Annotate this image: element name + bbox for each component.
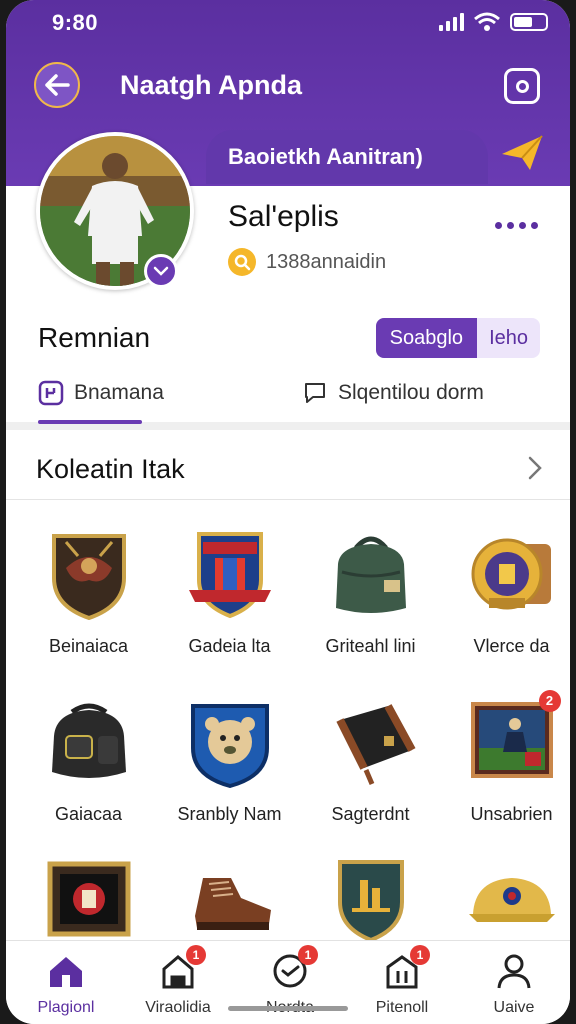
duffel-bag-icon [326, 696, 416, 788]
collection-item[interactable]: Griteahl lini [300, 528, 441, 657]
collection-item-label: Unsabrien [470, 804, 553, 824]
framed-crest-icon [44, 858, 134, 950]
tab-first-label: Bnamana [74, 381, 164, 404]
nav-item-store[interactable]: 1 Viraolidia [122, 945, 234, 1017]
battery-icon [510, 13, 548, 31]
phone-screen: 9:80 Naatgh Apnda Baoietkh Aanitran) Sal… [6, 0, 570, 1024]
collection-item[interactable] [159, 858, 300, 950]
green-bag-icon [326, 528, 416, 620]
gold-badge-icon [467, 528, 557, 620]
calendar-icon: 1 [382, 945, 430, 991]
nav-item-calendar[interactable]: 1 Pitenoll [346, 945, 458, 1017]
segment-active-button[interactable]: Soabglo [375, 318, 478, 358]
store-icon: 1 [158, 945, 206, 991]
crest-badge-icon [185, 528, 275, 620]
collection-item-label: Gadeia lta [188, 636, 271, 656]
wifi-icon [474, 12, 500, 31]
signal-icon [439, 13, 464, 31]
avatar-edit-badge[interactable] [144, 254, 178, 288]
collection-header[interactable]: Koleatin Itak [6, 438, 570, 500]
cap-icon [467, 858, 557, 950]
tab-second[interactable]: Slqentilou dorm [302, 380, 484, 406]
search-coin-icon [228, 248, 256, 276]
more-options-icon[interactable] [495, 222, 538, 229]
banner-pill[interactable]: Baoietkh Aanitran) [206, 130, 488, 184]
collection-item[interactable] [300, 858, 441, 950]
bear-emblem-icon [185, 696, 275, 789]
nav-item-user[interactable]: Uaive [458, 951, 570, 1017]
tab-first[interactable]: Bnamana [38, 380, 164, 406]
collection-item-label: Griteahl lini [325, 636, 416, 656]
collection-item[interactable]: Gadeia lta [159, 528, 300, 657]
tab-active-indicator [38, 420, 142, 424]
home-icon [46, 951, 86, 991]
nav-label: Plagionl [37, 999, 95, 1016]
collection-item[interactable]: Gaiacaa [18, 696, 159, 825]
nav-badge: 1 [410, 945, 430, 965]
trophy-shield-icon [326, 858, 416, 950]
status-icons [439, 12, 548, 32]
black-backpack-icon [44, 696, 134, 788]
boot-icon [185, 858, 275, 950]
collection-item[interactable]: Sranbly Nam [159, 696, 300, 825]
item-badge: 2 [538, 690, 561, 712]
status-bar: 9:80 [6, 0, 570, 44]
player-card-icon: 2 [467, 690, 561, 788]
camera-button[interactable] [504, 68, 540, 104]
nav-item-home[interactable]: Plagionl [10, 951, 122, 1017]
collection-item-label: Beinaiaca [48, 636, 129, 656]
nav-badge: 1 [298, 945, 318, 965]
segment-other-button[interactable]: Ieho [477, 318, 540, 358]
chevron-down-icon [153, 266, 169, 276]
collection-item[interactable]: Sagterdnt [300, 696, 441, 825]
segment-control: Soabglo Ieho [375, 318, 540, 358]
back-button[interactable] [34, 62, 80, 108]
page-title: Naatgh Apnda [120, 70, 302, 100]
status-time: 9:80 [52, 10, 99, 35]
collection-item[interactable]: Beinaiaca [18, 528, 159, 657]
collection-item[interactable] [18, 858, 159, 950]
collection-item-label: Gaiacaa [54, 804, 123, 824]
profile-meta-row: 1388annaidin [228, 248, 386, 276]
camera-icon [515, 79, 529, 93]
user-icon [494, 951, 534, 991]
tab-second-label: Slqentilou dorm [338, 381, 484, 404]
bottom-nav: Plagionl 1 Viraolidia 1 Nordta [6, 940, 570, 1024]
home-indicator [228, 1006, 348, 1011]
nav-badge: 1 [186, 945, 206, 965]
nav-label: Uaive [493, 999, 535, 1016]
comment-icon [305, 383, 325, 403]
collection-item-label: Sranbly Nam [177, 804, 282, 824]
collection-tab-icon [38, 380, 64, 406]
eagle-shield-icon [44, 528, 134, 621]
nav-label: Pitenoll [375, 999, 429, 1016]
collection-item[interactable]: Vlerce da [441, 528, 570, 657]
arrow-left-icon [45, 74, 70, 96]
collection-title: Koleatin Itak [36, 454, 185, 484]
nav-label: Viraolidia [145, 999, 211, 1016]
chat-icon: 1 [270, 945, 318, 991]
profile-meta-text: 1388annaidin [266, 250, 387, 273]
top-bar: Naatgh Apnda [6, 56, 570, 116]
collection-item[interactable]: 2 Unsabrien [441, 690, 570, 825]
collection-item-label: Vlerce da [473, 636, 550, 656]
section-label: Remnian [38, 322, 151, 353]
collection-item[interactable] [441, 858, 570, 950]
collection-item-label: Sagterdnt [331, 804, 410, 824]
send-icon[interactable] [500, 134, 544, 172]
profile-name: Sal'eplis [228, 200, 339, 233]
tab-bar: Bnamana Slqentilou dorm [6, 372, 570, 430]
chevron-right-icon [528, 456, 542, 480]
